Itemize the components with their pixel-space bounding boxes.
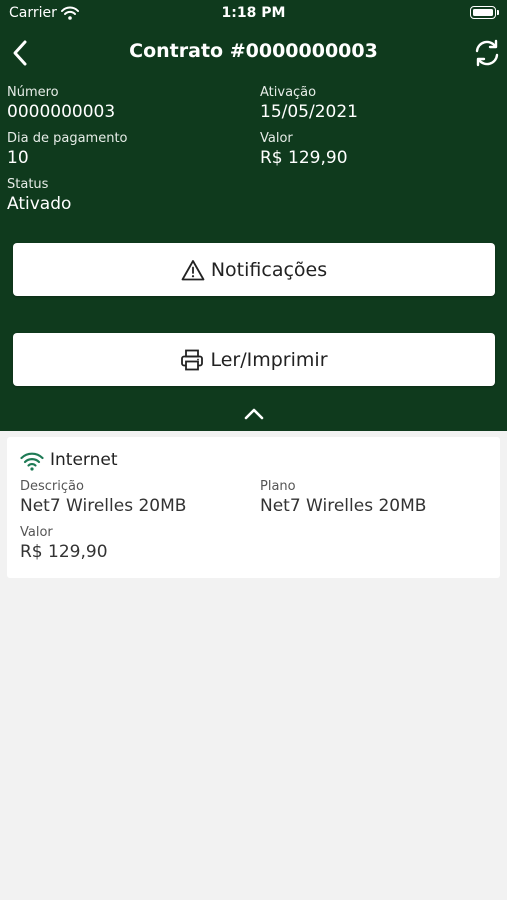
page-title: Contrato #0000000003 xyxy=(129,40,378,62)
numero-label: Número xyxy=(7,85,59,100)
notificacoes-label: Notificações xyxy=(210,258,328,281)
valor-value: R$ 129,90 xyxy=(260,148,348,168)
ler-imprimir-label: Ler/Imprimir xyxy=(210,348,328,371)
plano-value: Net7 Wirelles 20MB xyxy=(260,496,427,516)
ler-imprimir-button[interactable]: Ler/Imprimir xyxy=(13,333,495,386)
battery-icon xyxy=(470,6,499,19)
service-title: Internet xyxy=(50,450,118,470)
service-card[interactable]: Internet Descrição Net7 Wirelles 20MB Pl… xyxy=(7,437,500,578)
service-valor-label: Valor xyxy=(20,525,53,540)
status-bar: Carrier 1:18 PM xyxy=(0,0,507,30)
contract-header: Carrier 1:18 PM Contrato #0000000003 Núm… xyxy=(0,0,507,431)
plano-label: Plano xyxy=(260,479,296,494)
refresh-button[interactable] xyxy=(472,38,502,68)
printer-icon xyxy=(181,349,204,370)
wifi-icon xyxy=(20,451,44,475)
dia-pagamento-label: Dia de pagamento xyxy=(7,131,128,146)
descricao-value: Net7 Wirelles 20MB xyxy=(20,496,187,516)
chevron-left-icon xyxy=(13,40,27,66)
status-value: Ativado xyxy=(7,194,72,214)
notificacoes-button[interactable]: Notificações xyxy=(13,243,495,296)
status-label: Status xyxy=(7,177,49,192)
ativacao-label: Ativação xyxy=(260,85,317,100)
numero-value: 0000000003 xyxy=(7,102,116,122)
descricao-label: Descrição xyxy=(20,479,84,494)
dia-pagamento-value: 10 xyxy=(7,148,29,168)
ativacao-value: 15/05/2021 xyxy=(260,102,358,122)
status-time: 1:18 PM xyxy=(221,5,286,21)
back-button[interactable] xyxy=(10,38,30,68)
chevron-up-icon xyxy=(244,408,264,420)
collapse-button[interactable] xyxy=(241,404,267,424)
service-valor-value: R$ 129,90 xyxy=(20,542,108,562)
warning-icon xyxy=(181,259,205,280)
navigation-bar: Contrato #0000000003 xyxy=(0,34,507,72)
refresh-icon xyxy=(475,39,499,67)
valor-label: Valor xyxy=(260,131,293,146)
